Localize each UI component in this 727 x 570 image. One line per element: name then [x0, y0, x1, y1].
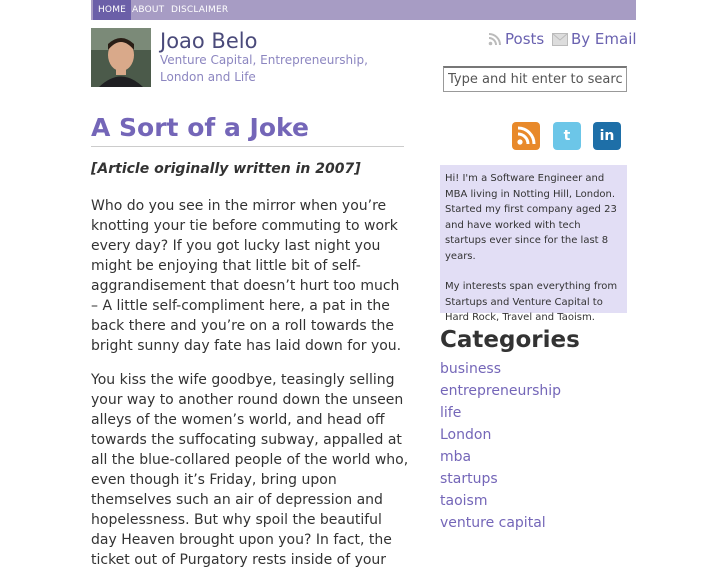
category-link-taoism[interactable]: taoism [440, 490, 561, 512]
title-divider [91, 146, 404, 147]
email-link-label: By Email [571, 30, 637, 48]
site-tagline: Venture Capital, Entrepreneurship, Londo… [160, 53, 368, 84]
category-link-business[interactable]: business [440, 358, 561, 380]
posts-feed-link[interactable]: Posts [488, 30, 544, 48]
posts-link-label: Posts [505, 30, 545, 48]
twitter-icon[interactable]: t [553, 122, 581, 150]
site-title[interactable]: Joao Belo [160, 29, 257, 53]
nav-home-link[interactable]: HOME [93, 0, 131, 20]
rss-icon[interactable] [512, 122, 540, 150]
categories-heading: Categories [440, 327, 580, 353]
category-link-entrepreneurship[interactable]: entrepreneurship [440, 380, 561, 402]
nav-disclaimer-link[interactable]: DISCLAIMER [171, 0, 228, 20]
category-link-mba[interactable]: mba [440, 446, 561, 468]
post-paragraph: Who do you see in the mirror when you’re… [91, 198, 402, 354]
author-bio-box: Hi! I'm a Software Engineer and MBA livi… [440, 165, 627, 323]
rss-small-icon [488, 33, 501, 46]
linkedin-icon[interactable]: in [593, 122, 621, 150]
email-subscribe-link[interactable]: By Email [552, 30, 637, 48]
categories-list: business entrepreneurship life London mb… [440, 358, 561, 534]
post-title[interactable]: A Sort of a Joke [91, 113, 309, 142]
search-input[interactable] [443, 66, 627, 92]
post-note: [Article originally written in 2007] [91, 161, 361, 177]
author-avatar [91, 28, 151, 87]
category-link-venture-capital[interactable]: venture capital [440, 512, 561, 534]
bio-paragraph: Hi! I'm a Software Engineer and MBA livi… [445, 173, 617, 262]
nav-about-link[interactable]: ABOUT [132, 0, 164, 20]
category-link-london[interactable]: London [440, 424, 561, 446]
envelope-icon [552, 33, 568, 46]
category-link-startups[interactable]: startups [440, 468, 561, 490]
category-link-life[interactable]: life [440, 402, 561, 424]
post-paragraph: You kiss the wife goodbye, teasingly sel… [91, 372, 409, 568]
top-navigation-bar: HOME ABOUT DISCLAIMER [91, 0, 636, 20]
bio-paragraph: My interests span everything from Startu… [445, 281, 618, 323]
